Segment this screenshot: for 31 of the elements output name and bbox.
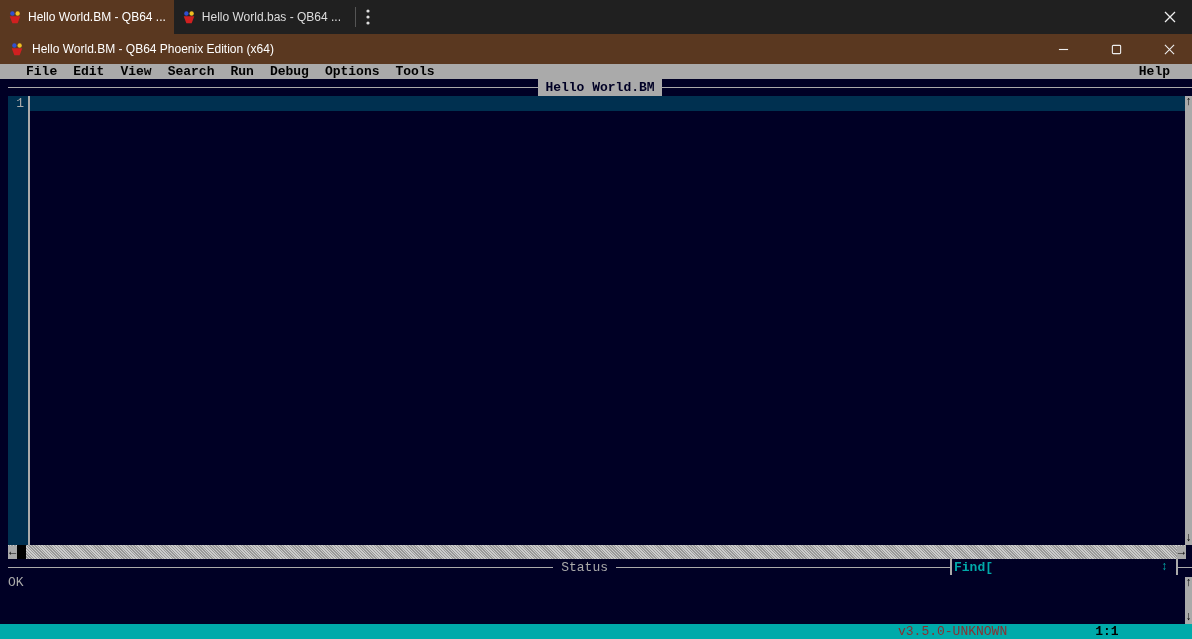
menu-item[interactable]: Tools <box>387 64 443 79</box>
cursor-position: 1:1 <box>1095 624 1119 639</box>
horizontal-scrollbar[interactable]: ← → <box>8 545 1186 559</box>
close-icon[interactable] <box>1164 11 1176 23</box>
menu-item[interactable]: File <box>18 64 66 79</box>
menu-item[interactable]: Edit <box>65 64 113 79</box>
app-logo-icon <box>10 42 24 56</box>
vertical-scrollbar[interactable]: ↑ ↓ <box>1185 577 1192 624</box>
find-toggle[interactable]: ↕ <box>1160 560 1168 574</box>
app-logo-icon <box>8 10 22 24</box>
line-number: 1 <box>16 96 24 111</box>
vertical-scrollbar[interactable]: ↑ ↓ <box>1185 96 1192 545</box>
menu-item[interactable]: Help <box>1130 64 1178 79</box>
maximize-icon[interactable] <box>1111 43 1122 55</box>
browser-tab[interactable]: Hello World.bas - QB64 ... <box>173 0 349 34</box>
menu-item[interactable]: Debug <box>261 64 317 79</box>
close-icon[interactable] <box>1164 43 1175 55</box>
menu-item[interactable]: Search <box>159 64 223 79</box>
status-message: OK <box>8 575 24 592</box>
find-field[interactable]: Find[ ↕ <box>950 559 1178 575</box>
file-title: Hello World.BM <box>538 79 662 96</box>
window-title: Hello World.BM - QB64 Phoenix Edition (x64) <box>32 42 274 56</box>
scroll-thumb[interactable] <box>17 545 27 559</box>
more-menu-icon[interactable] <box>366 9 370 25</box>
menu-item[interactable]: Run <box>222 64 262 79</box>
app-logo-icon <box>181 10 196 24</box>
menu-item[interactable]: View <box>112 64 160 79</box>
version-label: v3.5.0-UNKNOWN <box>898 624 1008 639</box>
browser-tab[interactable]: Hello World.BM - QB64 ... <box>0 0 174 34</box>
menu-item[interactable]: Options <box>316 64 388 79</box>
status-title: Status <box>560 559 609 575</box>
